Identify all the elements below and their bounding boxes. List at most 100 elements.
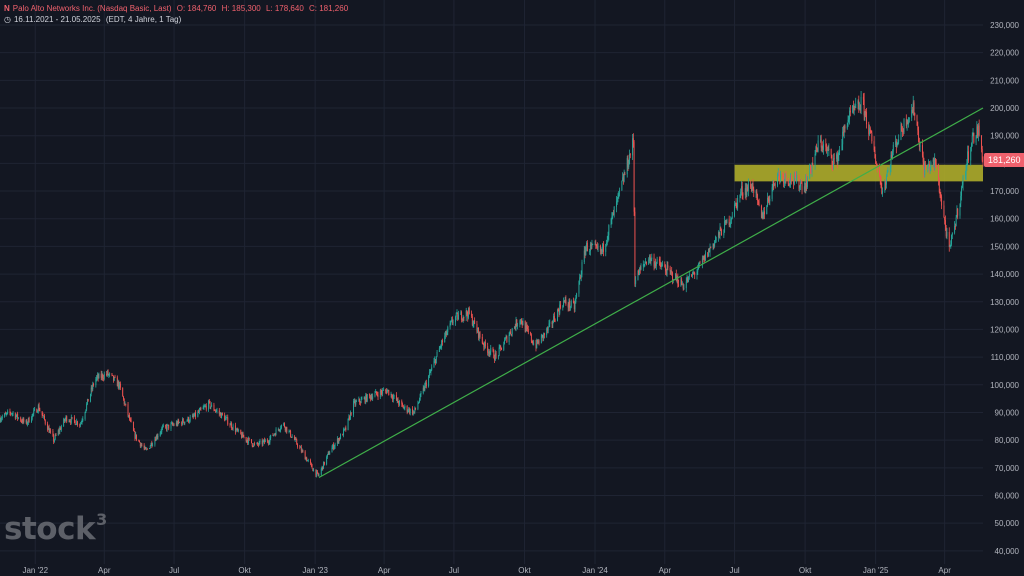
- candle-body: [215, 410, 217, 412]
- candle-body: [796, 175, 798, 182]
- support-zone-rect[interactable]: [734, 164, 983, 182]
- candle-body: [431, 367, 433, 371]
- candle-body: [128, 415, 130, 416]
- candle-body: [763, 211, 765, 219]
- candle-body: [418, 402, 420, 404]
- candle-body: [761, 212, 763, 218]
- x-tick-label: Okt: [238, 566, 251, 575]
- candle-body: [715, 237, 717, 241]
- candle-body: [836, 154, 838, 164]
- candle-body: [30, 419, 32, 423]
- candle-body: [785, 174, 787, 180]
- candle-body: [393, 395, 395, 397]
- candle-body: [642, 264, 644, 267]
- instrument-title: Palo Alto Networks Inc. (Nasdaq Basic, L…: [12, 4, 172, 13]
- candle-body: [839, 150, 841, 152]
- y-tick-label: 80,000: [995, 436, 1020, 445]
- candle-body: [208, 400, 210, 410]
- candle-body: [619, 190, 621, 192]
- candle-body: [130, 419, 132, 422]
- candle-body: [85, 409, 87, 413]
- candle-body: [627, 158, 629, 168]
- candle-body: [896, 142, 898, 148]
- candle-body: [707, 252, 709, 257]
- candle-body: [548, 323, 550, 327]
- candle-body: [258, 441, 260, 445]
- candle-body: [134, 431, 136, 439]
- candle-body: [756, 191, 758, 195]
- x-tick-label: Apr: [378, 566, 391, 575]
- candle-body: [482, 343, 484, 345]
- candle-body: [326, 454, 328, 457]
- candle-body: [478, 332, 480, 338]
- price-chart[interactable]: 40,000 50,000 60,000 70,000 80,000 90,000 100,…: [0, 0, 1024, 576]
- candle-body: [111, 373, 113, 376]
- candle-body: [95, 378, 97, 386]
- candle-body: [976, 126, 978, 137]
- candle-body: [800, 182, 802, 184]
- candle-body: [530, 334, 532, 341]
- candle-body: [971, 135, 973, 144]
- candle-body: [170, 423, 172, 429]
- candle-body: [812, 163, 814, 166]
- candle-body: [800, 182, 801, 187]
- candle-body: [586, 242, 588, 252]
- candle-body: [356, 401, 357, 403]
- candle-body: [403, 407, 405, 409]
- candle-body: [253, 443, 255, 447]
- candle-body: [751, 183, 753, 191]
- candle-body: [452, 322, 454, 323]
- candle-body: [692, 272, 694, 274]
- candle-body: [33, 410, 35, 414]
- candle-body: [76, 421, 78, 425]
- candle-body: [859, 108, 860, 109]
- candle-body: [639, 268, 641, 270]
- candle-body: [28, 417, 30, 423]
- candle-body: [364, 397, 366, 403]
- candle-body: [339, 438, 341, 440]
- candle-body: [240, 429, 242, 435]
- candle-body: [489, 351, 491, 354]
- candle-body: [342, 434, 344, 436]
- y-tick-label: 60,000: [995, 491, 1020, 500]
- candle-body: [257, 444, 259, 446]
- candle-body: [653, 257, 655, 267]
- candle-body: [34, 409, 35, 411]
- candle-body: [268, 442, 270, 444]
- candle-body: [607, 235, 609, 240]
- candle-body: [355, 401, 357, 405]
- candle-body: [884, 182, 886, 191]
- candle-body: [576, 293, 578, 298]
- candle-body: [551, 322, 553, 325]
- candle-body: [461, 312, 463, 320]
- candle-body: [461, 319, 463, 321]
- candle-body: [579, 277, 581, 279]
- candle-body: [662, 264, 663, 266]
- clock-icon: ◷: [4, 15, 11, 24]
- candle-body: [202, 407, 204, 410]
- candle-body: [322, 466, 324, 469]
- candle-body: [171, 423, 173, 424]
- candle-body: [698, 262, 700, 264]
- support-zone[interactable]: [734, 164, 983, 182]
- candle-body: [404, 405, 406, 408]
- candle-body: [473, 320, 475, 325]
- candle-body: [772, 180, 774, 188]
- candle-body: [859, 108, 861, 111]
- candle-body: [908, 117, 910, 119]
- candle-body: [358, 398, 360, 402]
- candle-body: [376, 393, 378, 395]
- candle-body: [323, 461, 325, 465]
- candle-body: [160, 431, 162, 433]
- candle-body: [474, 320, 476, 324]
- candle-body: [237, 428, 239, 431]
- candle-body: [841, 144, 843, 151]
- candle-body: [913, 102, 915, 114]
- candle-body: [168, 424, 170, 429]
- y-tick-label: 160,000: [990, 215, 1019, 224]
- candle-body: [37, 411, 39, 413]
- candle-body: [579, 277, 581, 282]
- candle-body: [32, 413, 34, 415]
- candle-body: [338, 438, 340, 443]
- candle-body: [31, 414, 33, 420]
